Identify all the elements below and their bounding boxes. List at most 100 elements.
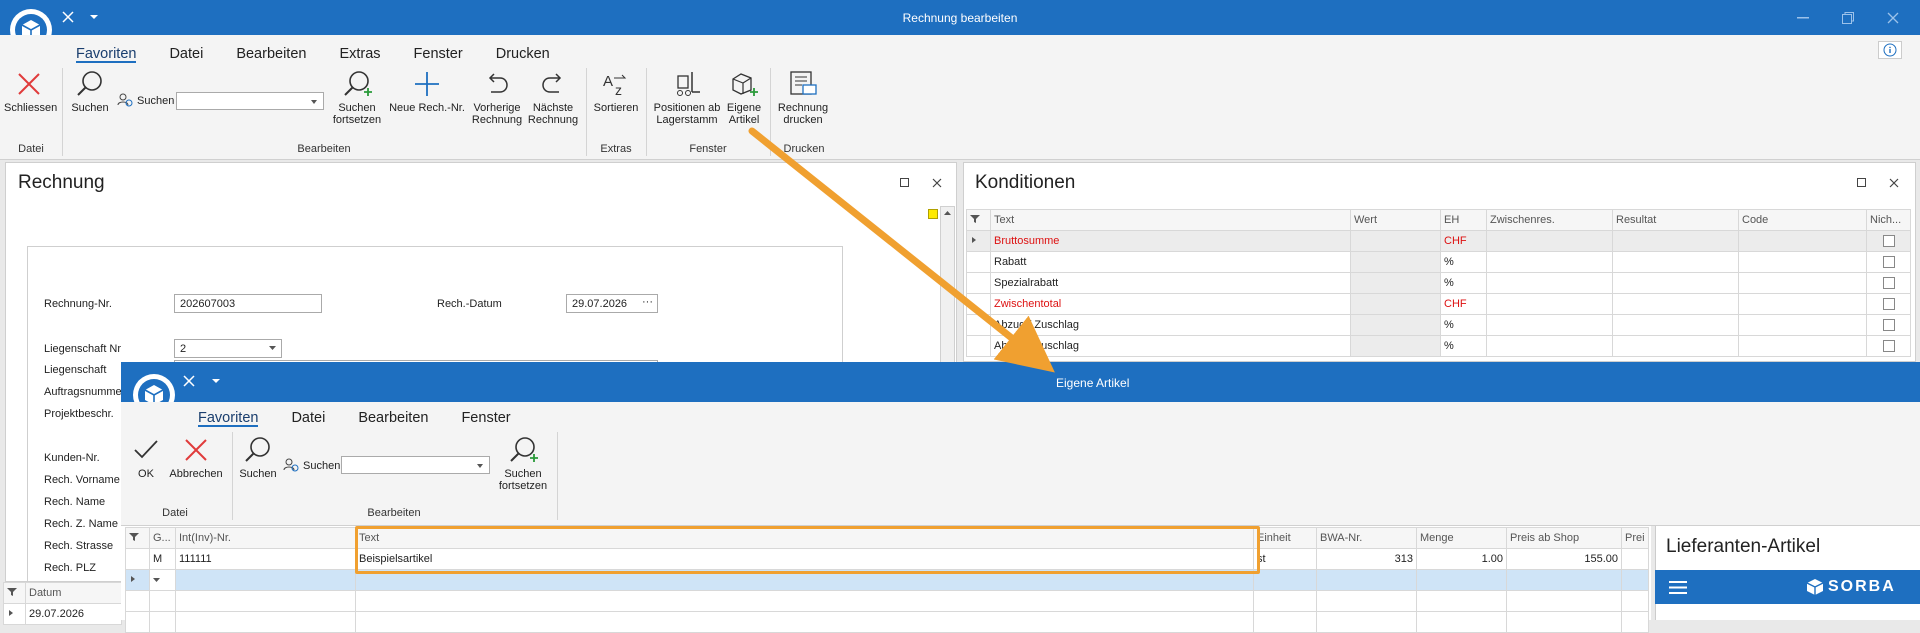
cell-nicht[interactable] (1866, 251, 1911, 273)
cell-eh[interactable]: % (1440, 251, 1487, 273)
maximize-icon[interactable] (900, 178, 910, 188)
column-resultat[interactable]: Resultat (1612, 209, 1739, 231)
quick-access-dropdown-icon[interactable] (90, 15, 98, 20)
new-row-combo[interactable] (149, 569, 176, 591)
cell-einheit[interactable]: st (1253, 548, 1317, 570)
cell-nicht[interactable] (1866, 230, 1911, 252)
column-wert[interactable]: Wert (1350, 209, 1441, 231)
column-text[interactable]: Text (990, 209, 1351, 231)
cell-wert[interactable] (1350, 293, 1441, 315)
cell-wert[interactable] (1350, 272, 1441, 294)
cell-text[interactable]: Abzug / Zuschlag (990, 335, 1351, 357)
tab-fenster[interactable]: Fenster (461, 404, 510, 430)
neue-rech-nr-button[interactable]: Neue Rech.-Nr. (388, 70, 466, 114)
cell-eh[interactable]: % (1440, 272, 1487, 294)
cell-eh[interactable]: % (1440, 335, 1487, 357)
sortieren-button[interactable]: Az Sortieren (590, 70, 642, 114)
column-preis-ab-shop[interactable]: Preis ab Shop (1506, 527, 1622, 549)
checkbox[interactable] (1882, 298, 1895, 311)
cell-wert[interactable] (1350, 230, 1441, 252)
cell-wert[interactable] (1350, 335, 1441, 357)
window-close-icon[interactable] (1887, 12, 1899, 24)
row-expander[interactable] (125, 569, 150, 591)
column-g[interactable]: G... (149, 527, 176, 549)
cell-nicht[interactable] (1866, 335, 1911, 357)
column-eh[interactable]: EH (1440, 209, 1487, 231)
tab-fenster[interactable]: Fenster (414, 40, 463, 66)
cell-text[interactable]: Spezialrabatt (990, 272, 1351, 294)
checkbox[interactable] (1882, 256, 1895, 269)
cell-nicht[interactable] (1866, 293, 1911, 315)
cell-preis-ab-shop[interactable]: 155.00 (1506, 548, 1622, 570)
cell-bwa-nr[interactable]: 313 (1316, 548, 1417, 570)
rechnung-drucken-button[interactable]: Rechnung drucken (774, 70, 832, 126)
abbrechen-button[interactable]: Abbrechen (166, 436, 226, 480)
table-row[interactable]: Abzug / Zuschlag% (966, 335, 1911, 357)
cell-text[interactable]: Zwischentotal (990, 293, 1351, 315)
positionen-ab-lagerstamm-button[interactable]: Positionen ab Lagerstamm (650, 70, 724, 126)
hamburger-menu-icon[interactable] (1669, 581, 1687, 594)
rech-datum-field[interactable]: 29.07.2026 ··· (566, 294, 658, 313)
filter-icon[interactable] (966, 209, 991, 231)
panel-close-icon[interactable] (1889, 178, 1899, 188)
date-picker-icon[interactable]: ··· (642, 296, 653, 308)
tab-bearbeiten[interactable]: Bearbeiten (236, 40, 306, 66)
table-row[interactable]: Bruttosumme CHF (966, 230, 1911, 252)
column-menge[interactable]: Menge (1416, 527, 1507, 549)
minimize-icon[interactable] (1797, 17, 1809, 19)
filter-icon[interactable] (125, 527, 150, 549)
cell-eh[interactable]: CHF (1440, 230, 1487, 252)
checkbox[interactable] (1882, 235, 1895, 248)
table-row[interactable]: Abzug / Zuschlag% (966, 314, 1911, 336)
schliessen-button[interactable]: Schliessen (4, 70, 57, 114)
cell-wert[interactable] (1350, 314, 1441, 336)
tab-extras[interactable]: Extras (339, 40, 380, 66)
cell-text[interactable]: Rabatt (990, 251, 1351, 273)
rechnung-nr-field[interactable]: 202607003 (174, 294, 322, 313)
suchen-combo[interactable] (176, 92, 324, 110)
cell-text[interactable]: Abzug / Zuschlag (990, 314, 1351, 336)
suchen-fortsetzen-button[interactable]: Suchen fortsetzen (494, 436, 552, 492)
suchen-combo[interactable] (341, 456, 490, 474)
suchen-fortsetzen-button[interactable]: Suchen fortsetzen (328, 70, 386, 126)
cell-int-inv-nr[interactable]: 111111 (175, 548, 356, 570)
cell-menge[interactable]: 1.00 (1416, 548, 1507, 570)
column-preis[interactable]: Prei (1621, 527, 1649, 549)
eigene-artikel-button[interactable]: Eigene Artikel (726, 70, 762, 126)
cell-eh[interactable]: % (1440, 314, 1487, 336)
checkbox[interactable] (1882, 277, 1895, 290)
info-icon[interactable] (1878, 41, 1902, 59)
cell-datum[interactable]: 29.07.2026 (25, 603, 122, 625)
suchen-button[interactable]: Suchen (236, 436, 280, 480)
tab-favoriten[interactable]: Favoriten (76, 40, 137, 63)
cell-nicht[interactable] (1866, 314, 1911, 336)
cell-g[interactable]: M (149, 548, 176, 570)
table-row[interactable]: Zwischentotal CHF (966, 293, 1911, 315)
checkbox[interactable] (1882, 340, 1895, 353)
cell-eh[interactable]: CHF (1440, 293, 1487, 315)
vorherige-rechnung-button[interactable]: Vorherige Rechnung (470, 70, 524, 126)
column-einheit[interactable]: Einheit (1253, 527, 1317, 549)
checkbox[interactable] (1882, 319, 1895, 332)
scroll-up-icon[interactable] (941, 208, 954, 218)
cell-wert[interactable] (1350, 251, 1441, 273)
rechnung-scrollbar[interactable] (940, 206, 955, 366)
quick-access-dropdown-icon[interactable] (212, 379, 220, 384)
tab-drucken[interactable]: Drucken (496, 40, 550, 66)
close-icon[interactable] (62, 11, 74, 23)
cell-nicht[interactable] (1866, 272, 1911, 294)
column-zwischenres[interactable]: Zwischenres. (1486, 209, 1613, 231)
column-datum[interactable]: Datum (25, 582, 122, 604)
tab-bearbeiten[interactable]: Bearbeiten (358, 404, 428, 430)
ok-button[interactable]: OK (128, 436, 164, 480)
restore-icon[interactable] (1842, 12, 1854, 24)
cell-text[interactable]: Bruttosumme (990, 230, 1351, 252)
tab-datei[interactable]: Datei (169, 40, 203, 66)
maximize-icon[interactable] (1857, 178, 1867, 188)
column-int-inv-nr[interactable]: Int(Inv)-Nr. (175, 527, 356, 549)
naechste-rechnung-button[interactable]: Nächste Rechnung (526, 70, 580, 126)
table-row[interactable]: Rabatt% (966, 251, 1911, 273)
tab-favoriten[interactable]: Favoriten (198, 404, 259, 427)
filter-icon[interactable] (3, 582, 26, 604)
suchen-button[interactable]: Suchen (68, 70, 112, 114)
